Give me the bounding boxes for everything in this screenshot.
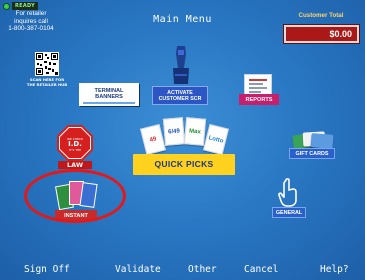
quick-pick-card-649: 6/49 xyxy=(162,117,186,146)
qr-label: SCAN HERE FOR THE RETAILER HUB xyxy=(22,77,72,87)
gift-card-icon xyxy=(310,133,334,149)
activate-label-box: ACTIVATE CUSTOMER SCR xyxy=(152,86,208,105)
activate-label: ACTIVATE CUSTOMER SCR xyxy=(153,90,207,102)
retailer-phone: 1-800-387-0104 xyxy=(8,25,54,33)
activate-label-line2: CUSTOMER SCR xyxy=(158,96,202,102)
footer-bar: Sign Off Validate Other Cancel Help? xyxy=(0,258,365,280)
law-text-mid: IT'S THE xyxy=(68,148,82,152)
reports-label: REPORTS xyxy=(245,96,273,103)
customer-total-label: Customer Total xyxy=(298,12,344,19)
gift-cards-label-box: GIFT CARDS xyxy=(289,148,335,159)
page-title: Main Menu xyxy=(153,14,212,25)
quick-pick-card-49: 49 xyxy=(140,123,166,156)
retailer-info-line1: For retailer xyxy=(15,10,47,17)
lottery-terminal-screen: READY For retailer inquires call 1-800-3… xyxy=(0,0,365,280)
other-button[interactable]: Other xyxy=(188,264,217,275)
retailer-info: For retailer inquires call 1-800-387-010… xyxy=(8,10,54,33)
status-light-icon xyxy=(3,2,10,10)
activate-customer-scr-button[interactable]: ACTIVATE CUSTOMER SCR xyxy=(152,44,208,106)
retailer-info-line2: inquires call xyxy=(14,17,48,25)
general-label: GENERAL xyxy=(275,210,303,216)
report-line xyxy=(249,83,263,85)
terminal-banners-label-line2: BANNERS xyxy=(95,94,123,101)
sign-off-button[interactable]: Sign Off xyxy=(24,264,70,275)
instant-highlight-circle xyxy=(24,169,126,223)
terminal-banners-label: TERMINAL BANNERS xyxy=(79,88,139,101)
customer-total-display: $0.00 xyxy=(284,25,359,43)
quick-pick-card-lotto: Lotto xyxy=(203,123,229,156)
report-line xyxy=(249,87,267,89)
retailer-hub-qr: SCAN HERE FOR THE RETAILER HUB xyxy=(22,52,72,87)
quick-picks-label: QUICK PICKS xyxy=(154,159,214,169)
report-document-icon xyxy=(244,74,272,96)
help-button[interactable]: Help? xyxy=(320,264,349,275)
quick-picks-button[interactable]: 49 6/49 Max Lotto QUICK PICKS xyxy=(133,114,235,176)
gift-cards-button[interactable]: GIFT CARDS xyxy=(289,130,335,162)
reports-label-box: REPORTS xyxy=(239,94,279,105)
general-button[interactable]: GENERAL xyxy=(270,178,308,218)
customer-total-value: $0.00 xyxy=(329,29,352,39)
quick-picks-label-box: QUICK PICKS xyxy=(133,154,235,175)
barcode-scanner-icon xyxy=(173,46,189,84)
general-label-box: GENERAL xyxy=(272,207,306,218)
ready-status-text: READY xyxy=(12,2,39,10)
report-line xyxy=(249,91,261,93)
ready-status-badge: READY xyxy=(3,2,39,10)
stop-sign-face: WE CHECK I.D. IT'S THE xyxy=(60,128,90,158)
banner-stripe xyxy=(83,102,135,104)
terminal-banners-button[interactable]: TERMINAL BANNERS xyxy=(79,83,139,106)
id-law-sign-button[interactable]: WE CHECK I.D. IT'S THE LAW xyxy=(55,123,95,171)
qr-code-icon xyxy=(35,52,59,76)
law-text-bottom: LAW xyxy=(66,161,84,169)
cancel-button[interactable]: Cancel xyxy=(244,264,278,275)
report-line xyxy=(249,79,267,81)
reports-button[interactable]: REPORTS xyxy=(239,74,281,110)
quick-pick-card-max: Max xyxy=(183,117,207,146)
qr-label-line2: THE RETAILER HUB xyxy=(26,81,68,87)
validate-button[interactable]: Validate xyxy=(115,264,161,275)
gift-cards-label: GIFT CARDS xyxy=(295,151,329,157)
law-plate: LAW xyxy=(58,161,92,169)
law-text-id: I.D. xyxy=(68,140,82,148)
pointing-hand-icon xyxy=(278,178,297,207)
